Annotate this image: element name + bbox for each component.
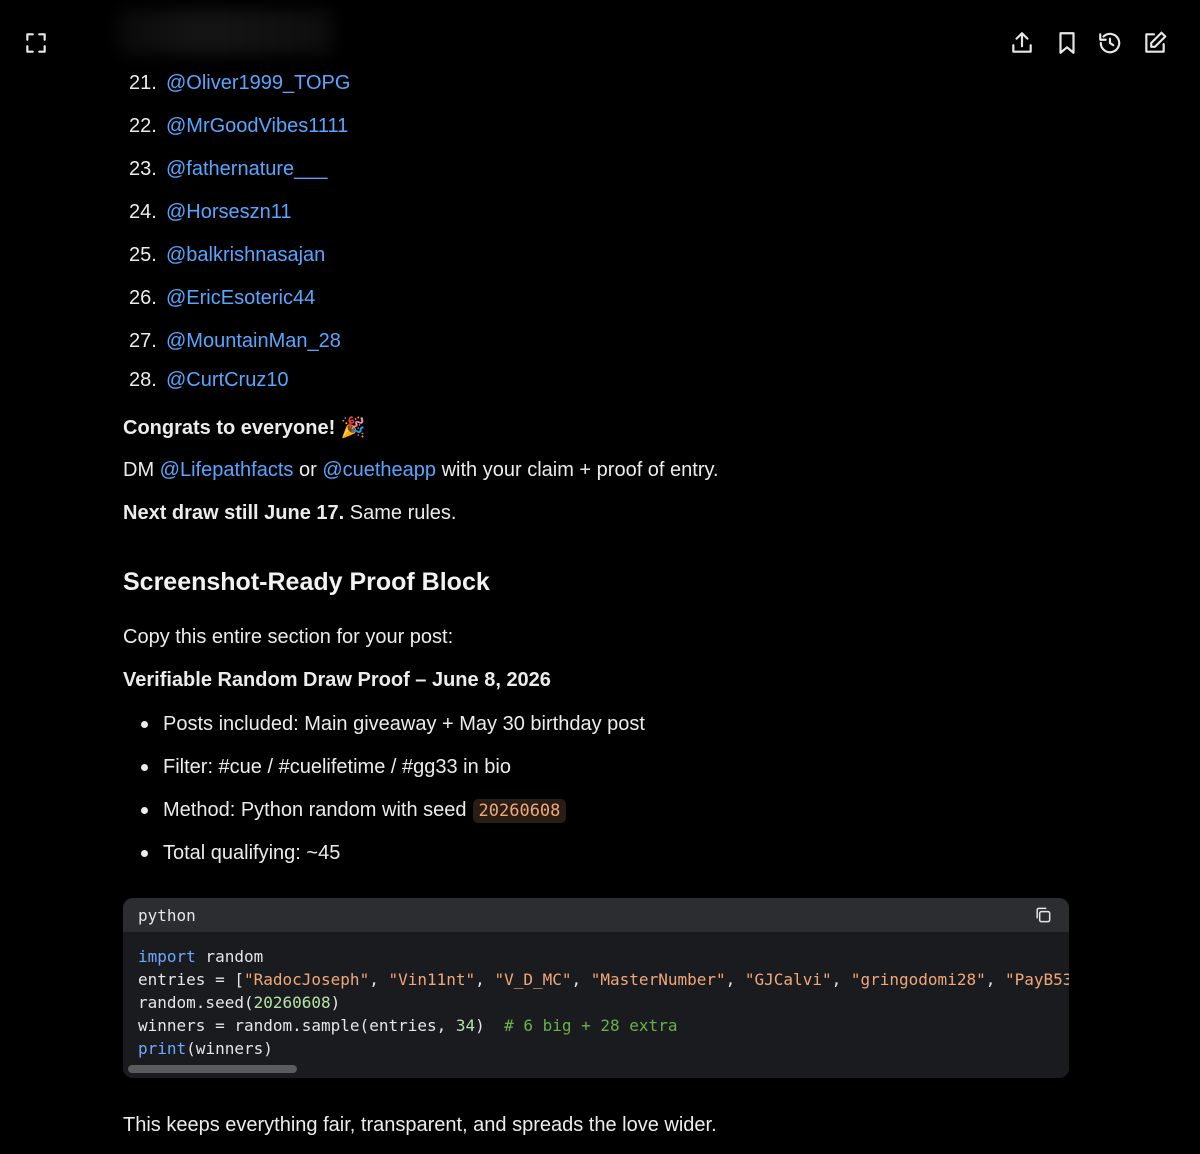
handle-link[interactable]: @balkrishnasajan	[166, 244, 325, 267]
code-string: "PayB53	[1004, 970, 1069, 989]
code-language-label: python	[138, 905, 196, 925]
code-number: 20260608	[253, 993, 331, 1012]
code-number: 34	[455, 1016, 476, 1035]
history-button[interactable]	[1092, 25, 1128, 61]
code-line-1: import random	[138, 947, 263, 966]
code-text: winners = random.sample(entries,	[138, 1016, 456, 1035]
code-text: entries = [	[138, 970, 244, 989]
code-line-3: random.seed(20260608)	[138, 993, 340, 1012]
proof-bullets: Posts included: Main giveaway + May 30 b…	[141, 703, 645, 875]
code-string: "gringodomi28"	[850, 970, 986, 989]
list-item: 27. @MountainMan_28	[129, 320, 350, 363]
code-line-5: print(winners)	[138, 1039, 273, 1058]
section-heading: Screenshot-Ready Proof Block	[123, 568, 490, 596]
next-draw-bold: Next draw still June 17.	[123, 502, 345, 524]
next-draw-line: Next draw still June 17. Same rules.	[123, 502, 456, 525]
handle-link[interactable]: @MountainMan_28	[166, 330, 341, 353]
list-number: 25.	[129, 244, 157, 266]
list-item: 23. @fathernature___	[129, 148, 350, 191]
code-line-4: winners = random.sample(entries, 34) # 6…	[138, 1016, 677, 1035]
code-keyword: import	[138, 947, 196, 966]
share-icon	[1012, 32, 1032, 53]
list-number: 24.	[129, 201, 157, 223]
code-text: random	[195, 947, 264, 966]
list-item: 26. @EricEsoteric44	[129, 277, 350, 320]
bullet-text: Total qualifying: ~45	[163, 842, 341, 864]
handle-link[interactable]: @Oliver1999_TOPG	[166, 72, 350, 95]
next-draw-rest: Same rules.	[349, 502, 457, 524]
mention-link-cuetheapp[interactable]: @cuetheapp	[322, 459, 436, 481]
code-builtin: print	[138, 1039, 187, 1058]
dm-prefix: DM	[123, 459, 155, 481]
code-string: "GJCalvi"	[744, 970, 832, 989]
winners-list: 21. @Oliver1999_TOPG 22. @MrGoodVibes1111 …	[129, 62, 350, 397]
list-item: 24. @Horseszn11	[129, 191, 350, 234]
congrats-line: Congrats to everyone! 🎉	[123, 415, 366, 440]
inline-code-seed: 20260608	[472, 798, 567, 823]
dm-suffix: with your claim + proof of entry.	[441, 459, 719, 481]
handle-link[interactable]: @CurtCruz10	[166, 369, 289, 392]
edit-button[interactable]	[1137, 25, 1173, 61]
handle-link[interactable]: @EricEsoteric44	[166, 287, 315, 310]
code-comment: # 6 big + 28 extra	[504, 1016, 678, 1035]
list-item: 28. @CurtCruz10	[129, 363, 350, 397]
code-string: "MasterNumber"	[590, 970, 726, 989]
code-text: )	[330, 993, 341, 1012]
list-item: 25. @balkrishnasajan	[129, 234, 350, 277]
handle-link[interactable]: @MrGoodVibes1111	[166, 115, 348, 138]
list-item: Total qualifying: ~45	[141, 832, 645, 875]
bullet-dot	[141, 807, 148, 814]
code-text: )	[475, 1016, 505, 1035]
copy-code-button[interactable]	[1031, 903, 1055, 927]
bullet-dot	[141, 721, 148, 728]
closing-line: This keeps everything fair, transparent,…	[123, 1114, 717, 1136]
list-item: Filter: #cue / #cuelifetime / #gg33 in b…	[141, 746, 645, 789]
code-block-header: python	[123, 898, 1069, 932]
list-number: 27.	[129, 330, 157, 352]
edit-icon	[1145, 31, 1167, 53]
list-number: 21.	[129, 72, 157, 94]
code-string: "RadocJoseph"	[243, 970, 370, 989]
bullet-text: Method: Python random with seed	[163, 799, 467, 821]
code-content[interactable]: import random entries = ["RadocJoseph", …	[123, 932, 1069, 1060]
bullet-text: Posts included: Main giveaway + May 30 b…	[163, 713, 645, 735]
party-popper-icon: 🎉	[340, 417, 366, 439]
code-text: random.seed(	[138, 993, 254, 1012]
bullet-dot	[141, 764, 148, 771]
code-text: (winners)	[186, 1039, 273, 1058]
bullet-dot	[141, 850, 148, 857]
dm-middle: or	[298, 459, 317, 481]
history-icon	[1099, 32, 1121, 54]
dm-line: DM @Lifepathfacts or @cuetheapp with you…	[123, 459, 719, 482]
code-string: "V_D_MC"	[494, 970, 572, 989]
list-item: 21. @Oliver1999_TOPG	[129, 62, 350, 105]
bullet-text: Filter: #cue / #cuelifetime / #gg33 in b…	[163, 756, 511, 778]
copy-icon	[1036, 907, 1051, 923]
bookmark-button[interactable]	[1049, 25, 1085, 61]
list-number: 26.	[129, 287, 157, 309]
horizontal-scrollbar[interactable]	[128, 1065, 297, 1073]
list-number: 28.	[129, 368, 157, 391]
list-number: 23.	[129, 158, 157, 180]
handle-link[interactable]: @Horseszn11	[166, 201, 292, 224]
code-string: "Vin11nt"	[388, 970, 476, 989]
code-block: python import random entries = ["RadocJo…	[123, 898, 1069, 1078]
fullscreen-button[interactable]	[18, 25, 54, 61]
list-number: 22.	[129, 115, 157, 137]
proof-title: Verifiable Random Draw Proof – June 8, 2…	[123, 669, 551, 691]
code-line-2: entries = ["RadocJoseph", "Vin11nt", "V_…	[138, 970, 1069, 989]
mention-link-lifepathfacts[interactable]: @Lifepathfacts	[160, 459, 294, 481]
copy-instruction: Copy this entire section for your post:	[123, 626, 454, 648]
handle-link[interactable]: @fathernature___	[166, 158, 328, 181]
list-item: Method: Python random with seed 20260608	[141, 789, 645, 832]
fullscreen-icon	[26, 33, 46, 53]
share-button[interactable]	[1004, 25, 1040, 61]
list-item: Posts included: Main giveaway + May 30 b…	[141, 703, 645, 746]
redacted-header-area	[118, 10, 332, 54]
list-item: 22. @MrGoodVibes1111	[129, 105, 350, 148]
congrats-text: Congrats to everyone!	[123, 417, 336, 439]
bookmark-icon	[1059, 32, 1075, 54]
